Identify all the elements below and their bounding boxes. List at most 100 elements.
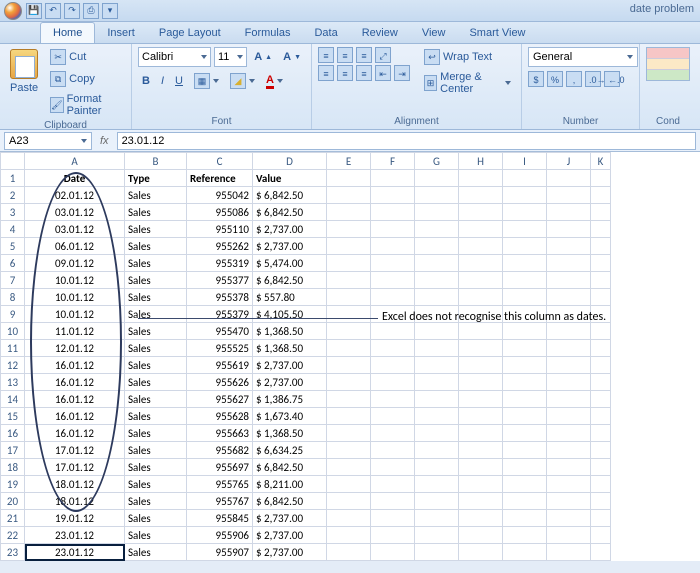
row-header[interactable]: 8: [1, 289, 25, 306]
cell[interactable]: Sales: [125, 272, 187, 289]
cell[interactable]: [591, 527, 611, 544]
row-header[interactable]: 4: [1, 221, 25, 238]
comma-button[interactable]: ,: [566, 71, 582, 87]
paste-button[interactable]: Paste: [6, 47, 42, 119]
cell[interactable]: [371, 323, 415, 340]
row-header[interactable]: 7: [1, 272, 25, 289]
cell[interactable]: Sales: [125, 187, 187, 204]
cell[interactable]: 955525: [187, 340, 253, 357]
cell[interactable]: 955628: [187, 408, 253, 425]
cell[interactable]: [503, 170, 547, 187]
cell[interactable]: 955907: [187, 544, 253, 561]
col-header[interactable]: C: [187, 153, 253, 170]
cell[interactable]: [459, 527, 503, 544]
cell[interactable]: [415, 238, 459, 255]
align-right-button[interactable]: ≡: [356, 65, 372, 81]
col-header[interactable]: H: [459, 153, 503, 170]
cell[interactable]: Sales: [125, 204, 187, 221]
cell[interactable]: [459, 425, 503, 442]
cell[interactable]: [503, 272, 547, 289]
cell[interactable]: [547, 425, 591, 442]
cell[interactable]: [459, 459, 503, 476]
cell[interactable]: [591, 170, 611, 187]
cell[interactable]: [327, 170, 371, 187]
cell[interactable]: [459, 510, 503, 527]
formula-input[interactable]: 23.01.12: [117, 132, 696, 150]
cell[interactable]: Sales: [125, 357, 187, 374]
cell[interactable]: [459, 323, 503, 340]
col-header[interactable]: K: [591, 153, 611, 170]
cell[interactable]: [371, 340, 415, 357]
row-header[interactable]: 17: [1, 442, 25, 459]
align-center-button[interactable]: ≡: [337, 65, 353, 81]
align-middle-button[interactable]: ≡: [337, 47, 353, 63]
cell[interactable]: 955086: [187, 204, 253, 221]
cell[interactable]: [459, 272, 503, 289]
cell[interactable]: $ 1,368.50: [253, 340, 327, 357]
tab-review[interactable]: Review: [350, 23, 410, 43]
row-header[interactable]: 2: [1, 187, 25, 204]
cell[interactable]: Sales: [125, 442, 187, 459]
cell[interactable]: 955042: [187, 187, 253, 204]
cell[interactable]: [415, 459, 459, 476]
cell[interactable]: [415, 221, 459, 238]
cell[interactable]: [503, 510, 547, 527]
row-header[interactable]: 20: [1, 493, 25, 510]
cell[interactable]: [327, 204, 371, 221]
cell[interactable]: [503, 493, 547, 510]
cell[interactable]: [371, 425, 415, 442]
cell[interactable]: 16.01.12: [25, 374, 125, 391]
cell[interactable]: [327, 221, 371, 238]
cell[interactable]: 955619: [187, 357, 253, 374]
cell[interactable]: [547, 493, 591, 510]
row-header[interactable]: 21: [1, 510, 25, 527]
cell[interactable]: 955626: [187, 374, 253, 391]
cell[interactable]: [591, 442, 611, 459]
font-size-select[interactable]: 11: [214, 47, 247, 67]
bold-button[interactable]: B: [138, 73, 154, 89]
shrink-font-button[interactable]: A▼: [279, 49, 305, 65]
cell[interactable]: [415, 510, 459, 527]
cell[interactable]: 955110: [187, 221, 253, 238]
cell[interactable]: Sales: [125, 527, 187, 544]
cell[interactable]: 955682: [187, 442, 253, 459]
cell[interactable]: [371, 221, 415, 238]
font-name-select[interactable]: Calibri: [138, 47, 211, 67]
cell[interactable]: [591, 323, 611, 340]
cell[interactable]: [415, 170, 459, 187]
cell[interactable]: [591, 425, 611, 442]
row-header[interactable]: 6: [1, 255, 25, 272]
cell[interactable]: [591, 340, 611, 357]
cell[interactable]: [591, 408, 611, 425]
cell[interactable]: [459, 170, 503, 187]
cell[interactable]: [547, 323, 591, 340]
cell[interactable]: 955697: [187, 459, 253, 476]
cell[interactable]: Sales: [125, 289, 187, 306]
cell[interactable]: [503, 408, 547, 425]
cell[interactable]: [327, 459, 371, 476]
underline-button[interactable]: U: [171, 73, 187, 89]
cell[interactable]: Sales: [125, 425, 187, 442]
cell[interactable]: 18.01.12: [25, 476, 125, 493]
tab-smart-view[interactable]: Smart View: [457, 23, 537, 43]
cell[interactable]: 955378: [187, 289, 253, 306]
cell[interactable]: [547, 289, 591, 306]
cell[interactable]: [459, 204, 503, 221]
cell[interactable]: [591, 221, 611, 238]
cell[interactable]: $ 1,368.50: [253, 425, 327, 442]
cell[interactable]: Sales: [125, 391, 187, 408]
cell[interactable]: [503, 459, 547, 476]
align-bottom-button[interactable]: ≡: [356, 47, 372, 63]
cell[interactable]: $ 2,737.00: [253, 527, 327, 544]
cell[interactable]: [503, 238, 547, 255]
cell[interactable]: 16.01.12: [25, 408, 125, 425]
cell[interactable]: Sales: [125, 493, 187, 510]
cell[interactable]: [415, 289, 459, 306]
cell[interactable]: [459, 408, 503, 425]
cell[interactable]: $ 6,842.50: [253, 493, 327, 510]
cell[interactable]: [459, 238, 503, 255]
cell[interactable]: [327, 306, 371, 323]
format-painter-button[interactable]: 🖌Format Painter: [46, 91, 125, 119]
cell[interactable]: [327, 544, 371, 561]
cell[interactable]: [459, 374, 503, 391]
